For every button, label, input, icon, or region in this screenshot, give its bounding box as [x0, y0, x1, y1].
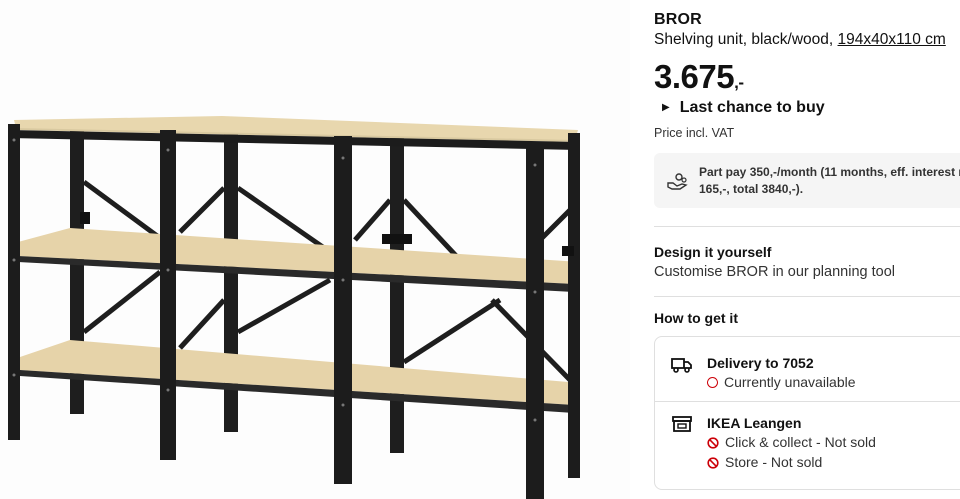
product-info: BROR Shelving unit, black/wood, 194x40x1…	[654, 0, 960, 499]
price-suffix: ,-	[734, 73, 744, 92]
store-icon	[672, 416, 692, 432]
dimensions-link[interactable]: 194x40x110 cm	[838, 31, 946, 48]
last-chance-text: Last chance to buy	[679, 99, 825, 116]
design-subtitle-link[interactable]: Customise BROR in our planning tool	[654, 264, 895, 280]
product-price: 3.675,-	[654, 58, 744, 96]
unavailable-dot-icon	[707, 377, 718, 388]
part-pay-line2: 165,-, total 3840,-).	[699, 181, 804, 196]
availability-box: Delivery to 7052 Currently unavailable I…	[654, 336, 960, 490]
hand-coins-icon	[667, 173, 688, 190]
store-title: IKEA Leangen	[707, 415, 802, 431]
product-image[interactable]	[0, 0, 630, 499]
part-pay-text: Part pay 350,-/month (11 months, eff. in…	[699, 164, 960, 197]
store-status: Store - Not sold	[707, 454, 822, 470]
triangle-right-icon: ▶	[662, 102, 670, 113]
click-collect-status: Click & collect - Not sold	[707, 434, 876, 450]
product-name: BROR	[654, 11, 702, 28]
store-status-text: Store - Not sold	[725, 454, 823, 470]
delivery-status-text: Currently unavailable	[724, 374, 856, 390]
not-allowed-icon	[707, 457, 719, 469]
divider	[654, 296, 960, 297]
not-allowed-icon	[707, 437, 719, 449]
part-pay-box[interactable]: Part pay 350,-/month (11 months, eff. in…	[654, 153, 960, 208]
description-text: Shelving unit, black/wood,	[654, 31, 834, 48]
click-collect-text: Click & collect - Not sold	[725, 434, 876, 450]
shelving-unit-illustration	[8, 116, 580, 499]
divider	[654, 226, 960, 227]
design-title: Design it yourself	[654, 244, 772, 260]
price-value: 3.675	[654, 58, 735, 95]
truck-icon	[671, 358, 692, 373]
part-pay-line1: Part pay 350,-/month (11 months, eff. in…	[699, 165, 960, 179]
vat-note: Price incl. VAT	[654, 126, 735, 140]
product-description: Shelving unit, black/wood, 194x40x110 cm	[654, 31, 946, 49]
delivery-title: Delivery to 7052	[707, 355, 814, 371]
last-chance-label: ▶ Last chance to buy	[662, 99, 825, 117]
delivery-status: Currently unavailable	[707, 374, 856, 390]
how-to-get-title: How to get it	[654, 310, 738, 326]
divider	[655, 401, 960, 402]
